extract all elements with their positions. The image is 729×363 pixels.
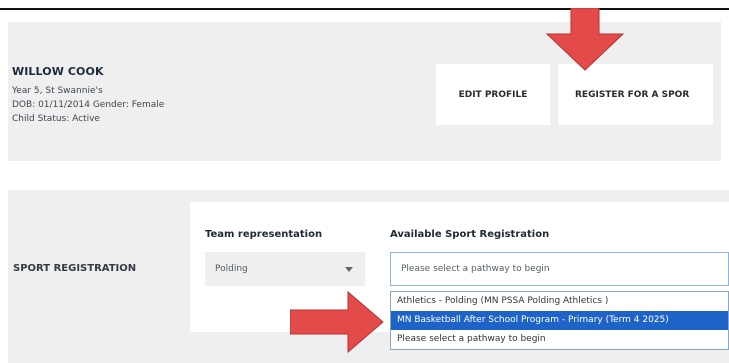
child-school: Year 5, St Swannie's xyxy=(12,86,103,96)
red-arrow-down-icon xyxy=(545,8,625,71)
available-sport-registration-heading: Available Sport Registration xyxy=(390,229,550,240)
team-representation-heading: Team representation xyxy=(205,229,323,240)
register-for-sport-button[interactable]: REGISTER FOR A SPOR xyxy=(558,64,713,125)
child-dob-gender: DOB: 01/11/2014 Gender: Female xyxy=(12,100,165,110)
red-arrow-right-icon xyxy=(290,290,384,354)
team-representation-select[interactable]: Polding xyxy=(205,252,365,286)
pathway-option-placeholder[interactable]: Please select a pathway to begin xyxy=(391,330,728,349)
pathway-select-placeholder: Please select a pathway to begin xyxy=(401,264,550,274)
team-select-value: Polding xyxy=(215,264,248,274)
sport-registration-label: SPORT REGISTRATION xyxy=(13,263,137,274)
pathway-dropdown-list: Athletics - Polding (MN PSSA Polding Ath… xyxy=(390,291,729,350)
chevron-down-icon xyxy=(345,267,353,272)
child-status: Child Status: Active xyxy=(12,114,100,124)
pathway-option-basketball[interactable]: MN Basketball After School Program - Pri… xyxy=(391,311,728,330)
child-name: WILLOW COOK xyxy=(12,65,104,78)
edit-profile-button[interactable]: EDIT PROFILE xyxy=(436,64,550,125)
pathway-select[interactable]: Please select a pathway to begin xyxy=(390,252,729,286)
pathway-option-athletics[interactable]: Athletics - Polding (MN PSSA Polding Ath… xyxy=(391,292,728,311)
